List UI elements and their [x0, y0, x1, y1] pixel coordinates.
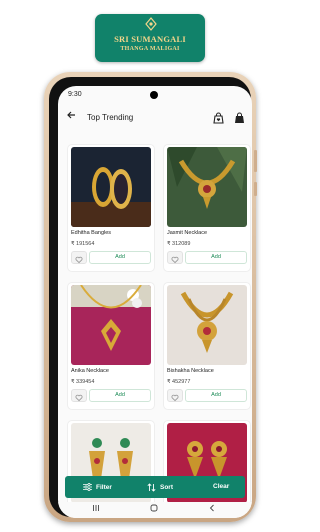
phone-bezel: 9:30 Top Trending Edhitha Bangles ₹ 1915…	[49, 77, 252, 518]
page-title: Top Trending	[87, 113, 134, 122]
product-price: ₹ 339454	[71, 379, 95, 385]
status-time: 9:30	[68, 91, 82, 98]
product-price: ₹ 452977	[167, 379, 191, 385]
sort-icon	[147, 483, 156, 492]
heart-icon[interactable]	[71, 251, 87, 264]
product-image[interactable]	[71, 285, 151, 365]
home-icon[interactable]	[150, 504, 158, 514]
front-camera	[150, 91, 158, 99]
product-card[interactable]: Anika Necklace ₹ 339454 Add	[67, 282, 155, 410]
product-image[interactable]	[71, 147, 151, 227]
add-to-cart-button[interactable]: Add	[89, 389, 151, 402]
clear-button[interactable]: Clear	[213, 483, 229, 490]
back-arrow-icon[interactable]	[66, 110, 76, 123]
phone-frame: 9:30 Top Trending Edhitha Bangles ₹ 1915…	[44, 72, 256, 522]
add-to-cart-button[interactable]: Add	[185, 251, 247, 264]
bottom-action-bar: Filter Sort Clear	[65, 476, 245, 498]
volume-button	[254, 150, 257, 172]
temple-ornament-icon	[145, 17, 157, 31]
product-price: ₹ 191564	[71, 241, 95, 247]
logo-line-2: THANGA MALIGAI	[120, 46, 180, 52]
system-back-icon[interactable]	[208, 504, 216, 514]
product-name: Edhitha Bangles	[71, 230, 112, 236]
heart-icon[interactable]	[71, 389, 87, 402]
product-name: Bishakha Necklace	[167, 368, 214, 374]
product-card[interactable]: Jasmit Necklace ₹ 312089 Add	[163, 144, 251, 272]
filter-button[interactable]: Filter	[83, 483, 112, 491]
power-button	[254, 182, 257, 196]
product-card[interactable]: Edhitha Bangles ₹ 191564 Add	[67, 144, 155, 272]
system-nav-bar	[58, 502, 252, 518]
filter-label: Filter	[96, 483, 112, 491]
product-image[interactable]	[167, 285, 247, 365]
cart-bag-icon[interactable]	[234, 111, 245, 129]
filter-icon	[83, 483, 92, 491]
product-image[interactable]	[167, 147, 247, 227]
product-name: Anika Necklace	[71, 368, 109, 374]
product-price: ₹ 312089	[167, 241, 191, 247]
logo-line-1: SRI SUMANGALI	[114, 34, 186, 44]
product-card[interactable]: Bishakha Necklace ₹ 452977 Add	[163, 282, 251, 410]
brand-logo: SRI SUMANGALI THANGA MALIGAI	[95, 14, 205, 62]
app-header: Top Trending	[58, 106, 252, 132]
add-to-cart-button[interactable]: Add	[185, 389, 247, 402]
heart-icon[interactable]	[167, 389, 183, 402]
sort-label: Sort	[160, 484, 173, 491]
clear-label: Clear	[213, 483, 230, 490]
recent-apps-icon[interactable]	[92, 504, 100, 514]
sort-button[interactable]: Sort	[147, 483, 173, 492]
product-name: Jasmit Necklace	[167, 230, 208, 236]
app-screen: 9:30 Top Trending Edhitha Bangles ₹ 1915…	[58, 86, 252, 518]
heart-icon[interactable]	[167, 251, 183, 264]
wishlist-bag-icon[interactable]	[213, 111, 224, 129]
status-bar: 9:30	[58, 86, 252, 104]
add-to-cart-button[interactable]: Add	[89, 251, 151, 264]
